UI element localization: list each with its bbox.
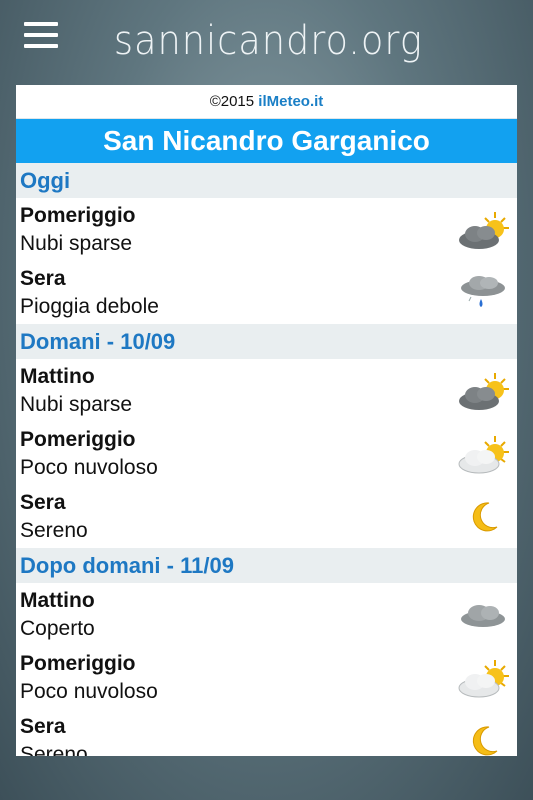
forecast-period: Pomeriggio [20,204,136,227]
scattered-clouds-icon [459,212,509,249]
forecast-description: Sereno [20,743,88,756]
forecast-description: Poco nuvoloso [20,456,158,479]
ilmeteo-link[interactable]: ilMeteo.it [258,93,323,110]
partly-cloudy-icon [458,660,509,698]
forecast-description: Nubi sparse [20,393,133,416]
partly-cloudy-icon [458,436,509,474]
forecast-row: Pomeriggio Nubi sparse [16,198,517,261]
forecast-period: Pomeriggio [20,428,136,451]
scattered-clouds-icon [459,373,509,410]
city-name: San Nicandro Garganico [16,119,517,163]
section-tomorrow-header: Domani - 10/09 [16,324,517,359]
forecast-row: Sera Sereno [16,485,517,548]
top-bar: sannicandro.org [0,0,533,84]
site-title: sannicandro.org [113,18,423,64]
forecast-description: Nubi sparse [20,232,133,255]
copyright-text: ©2015 [209,93,259,110]
copyright-line: ©2015 ilMeteo.it [16,85,517,119]
page-bottom-area [0,756,533,800]
forecast-period: Pomeriggio [20,652,136,675]
forecast-description: Poco nuvoloso [20,680,158,703]
clear-night-moon-icon [472,502,498,532]
forecast-period: Sera [20,491,66,514]
forecast-description: Coperto [20,617,95,640]
forecast-row: Sera Pioggia debole [16,261,517,324]
forecast-period: Mattino [20,365,95,388]
forecast-row: Mattino Nubi sparse [16,359,517,422]
forecast-period: Sera [20,715,66,738]
overcast-icon [461,605,505,627]
forecast-row: Mattino Coperto [16,583,517,646]
clear-night-moon-icon [472,726,498,756]
forecast-period: Mattino [20,589,95,612]
forecast-row: Pomeriggio Poco nuvoloso [16,422,517,485]
forecast-row: Sera Sereno [16,709,517,756]
forecast-description: Sereno [20,519,88,542]
section-day-after-header: Dopo domani - 11/09 [16,548,517,583]
light-rain-icon [461,276,505,307]
forecast-period: Sera [20,267,66,290]
forecast-row: Pomeriggio Poco nuvoloso [16,646,517,709]
forecast-description: Pioggia debole [20,295,159,318]
section-today-header: Oggi [16,163,517,198]
weather-widget: ©2015 ilMeteo.it San Nicandro Garganico … [16,85,517,756]
